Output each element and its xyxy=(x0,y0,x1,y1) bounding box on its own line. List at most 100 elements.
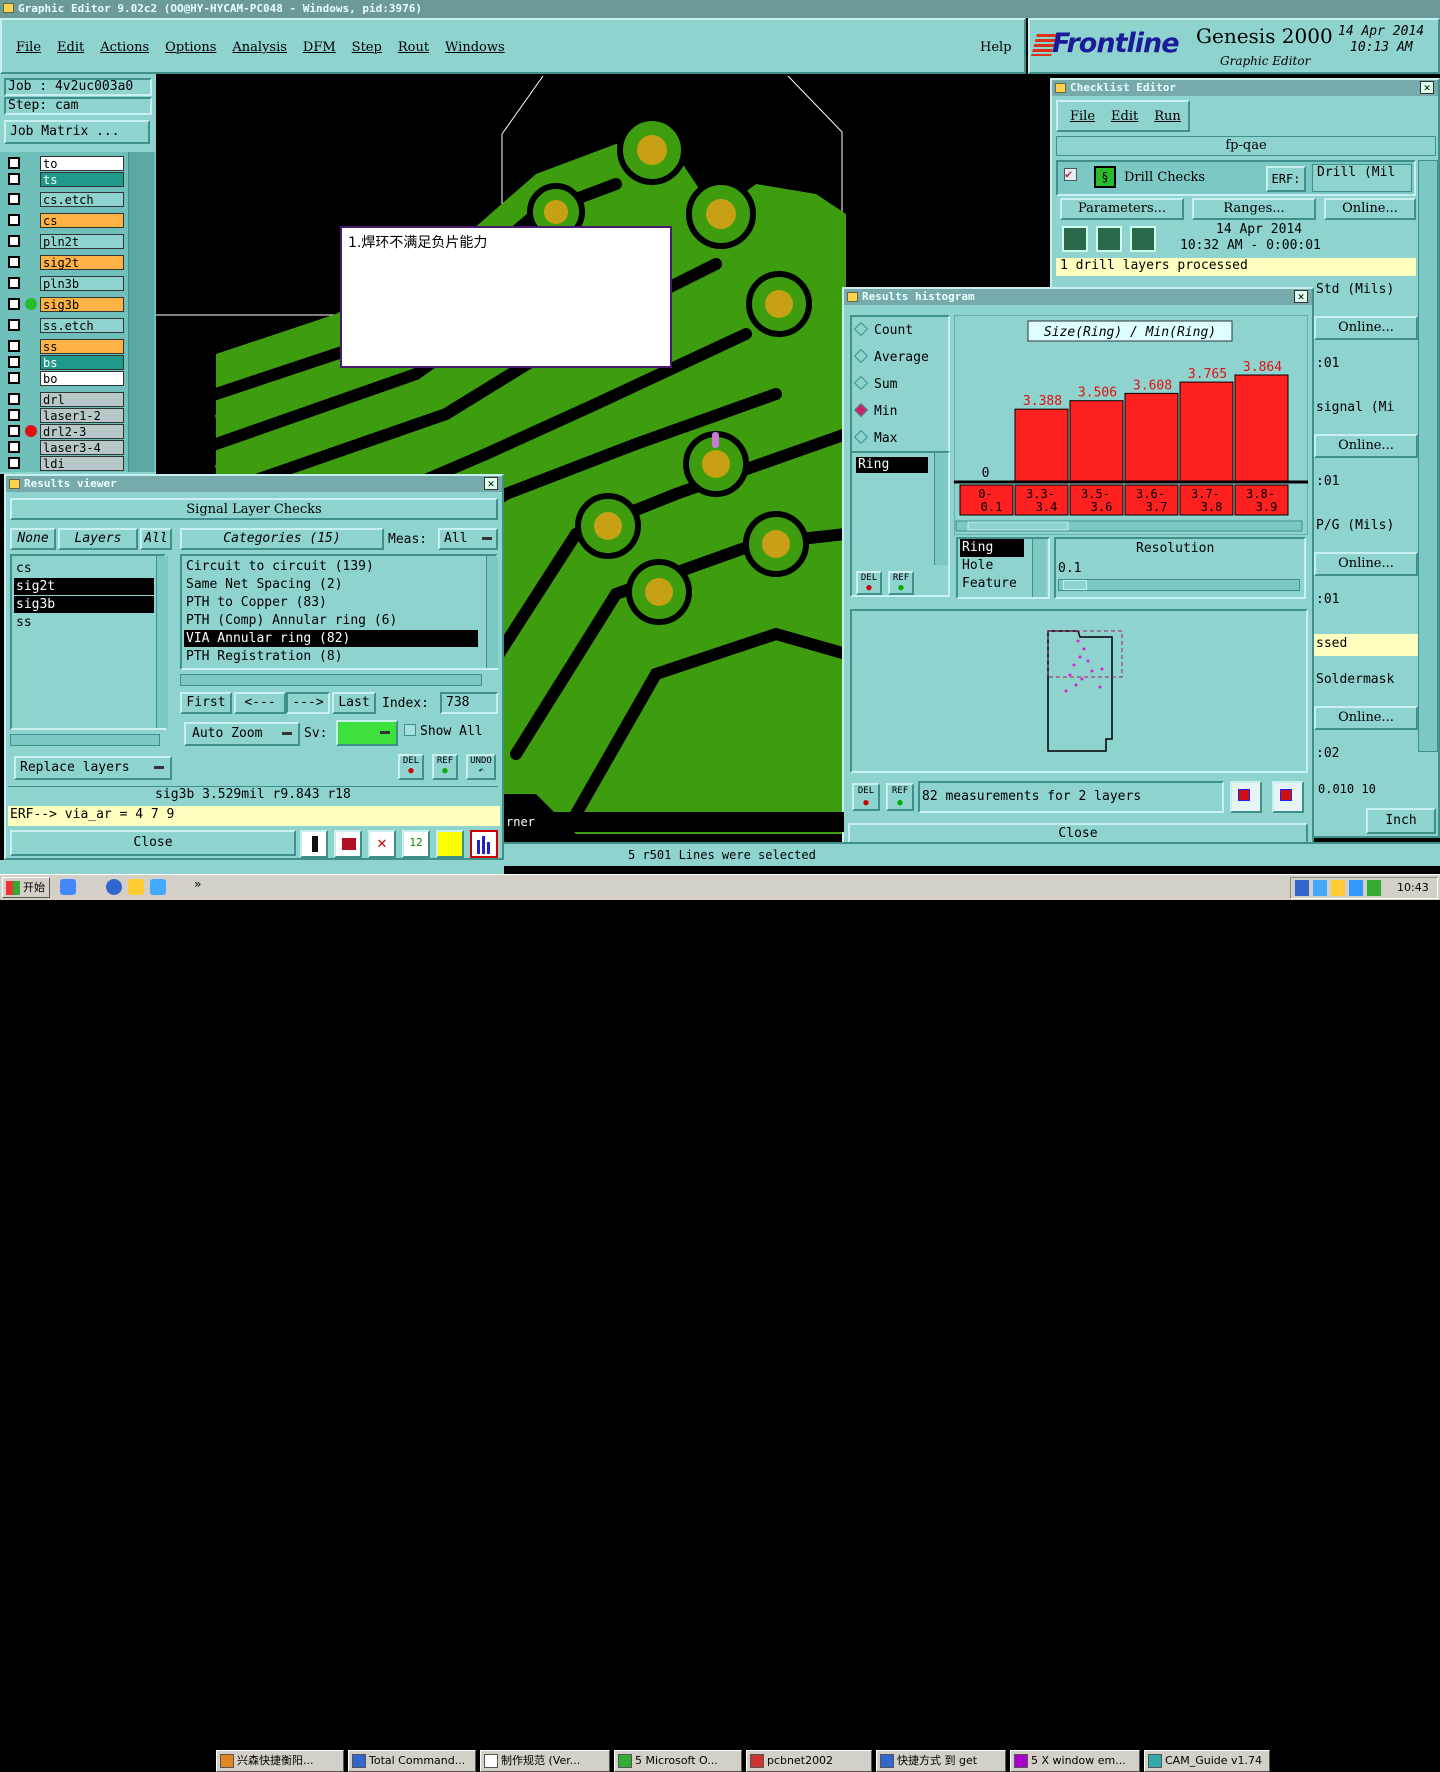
layer-checkbox[interactable] xyxy=(8,356,20,368)
layer-checkbox[interactable] xyxy=(8,319,20,331)
histogram-icon[interactable] xyxy=(470,830,498,858)
taskbar-button[interactable]: Total Command... xyxy=(348,1750,476,1772)
layer-row[interactable]: laser3-4 xyxy=(8,440,124,455)
run-icon[interactable] xyxy=(1062,226,1088,252)
menu-step[interactable]: Step xyxy=(352,40,382,55)
layer-row[interactable]: cs xyxy=(8,213,124,228)
last-button[interactable]: Last xyxy=(332,692,376,714)
layer-checkbox[interactable] xyxy=(8,173,20,185)
start-button[interactable]: 开始 xyxy=(2,877,50,898)
help-menu[interactable]: Help xyxy=(980,40,1012,55)
online-button[interactable]: Online... xyxy=(1314,706,1418,730)
layers-button[interactable]: Layers xyxy=(58,528,138,550)
checklist-scrollbar[interactable] xyxy=(1418,160,1438,752)
layer-row[interactable]: cs.etch xyxy=(8,192,124,207)
replace-layers-select[interactable]: Replace layers xyxy=(14,756,172,780)
mode-average-radio[interactable]: Average xyxy=(853,348,929,368)
menu-rout[interactable]: Rout xyxy=(398,40,429,55)
mode-count-radio[interactable]: Count xyxy=(853,321,913,341)
menu-analysis[interactable]: Analysis xyxy=(232,40,287,55)
layer-checkbox[interactable] xyxy=(8,193,20,205)
histogram-list-item[interactable]: Ring xyxy=(856,457,928,473)
app-icon[interactable] xyxy=(60,879,76,895)
layer-checkbox[interactable] xyxy=(8,425,20,437)
layer-checkbox[interactable] xyxy=(8,256,20,268)
measure-item[interactable]: Hole xyxy=(960,557,1024,575)
menu-edit[interactable]: Edit xyxy=(57,40,84,55)
layer-checkbox[interactable] xyxy=(8,277,20,289)
chevron-right-icon[interactable]: » xyxy=(194,877,201,891)
close-icon[interactable]: ✕ xyxy=(1420,81,1434,94)
resolution-slider[interactable] xyxy=(1058,579,1300,591)
menu-dfm[interactable]: DFM xyxy=(303,40,336,55)
run-all-icon[interactable] xyxy=(1130,226,1156,252)
units-button[interactable]: Inch xyxy=(1366,808,1436,834)
layer-scrollbar[interactable] xyxy=(128,152,154,472)
mode-min-radio[interactable]: Min xyxy=(853,402,897,422)
taskbar-button[interactable]: CAM_Guide v1.74 xyxy=(1144,1750,1270,1772)
viewer-close-button[interactable]: Close xyxy=(10,830,296,856)
online-button[interactable]: Online... xyxy=(1314,434,1418,458)
result-layer-item[interactable]: sig3b xyxy=(14,596,154,613)
mode-sum-radio[interactable]: Sum xyxy=(853,375,897,395)
all-layers-button[interactable]: All xyxy=(140,528,172,550)
layer-row[interactable]: ss xyxy=(8,339,124,354)
layer-row[interactable]: pln3b xyxy=(8,276,124,291)
layer-row[interactable]: pln2t xyxy=(8,234,124,249)
menu-file[interactable]: File xyxy=(16,40,41,55)
menu-actions[interactable]: Actions xyxy=(100,40,149,55)
menu-windows[interactable]: Windows xyxy=(445,40,505,55)
layer-row[interactable]: ss.etch xyxy=(8,318,124,333)
layer-checkbox[interactable] xyxy=(8,441,20,453)
delete-all-icon[interactable]: ✕ xyxy=(368,830,396,858)
zoom-in-icon[interactable] xyxy=(1230,781,1262,813)
layer-checkbox[interactable] xyxy=(8,372,20,384)
measure-item[interactable]: Feature xyxy=(960,575,1024,593)
chart-hscroll-thumb[interactable] xyxy=(967,521,1069,531)
layer-row[interactable]: ts xyxy=(8,172,124,187)
taskbar-button[interactable]: 5 Microsoft O... xyxy=(614,1750,742,1772)
notes-icon[interactable] xyxy=(436,830,464,858)
number-icon[interactable]: 12 xyxy=(402,830,430,858)
taskbar-button[interactable]: 快捷方式 到 get xyxy=(876,1750,1006,1772)
none-button[interactable]: None xyxy=(10,528,56,550)
online-button[interactable]: Online... xyxy=(1314,316,1418,340)
checklist-menu-file[interactable]: File xyxy=(1070,109,1095,124)
layer-row[interactable]: drl xyxy=(8,392,124,407)
meas-select[interactable]: All xyxy=(438,528,498,550)
layer-checkbox[interactable] xyxy=(8,214,20,226)
layer-results-hscroll[interactable] xyxy=(10,734,160,746)
result-layer-item[interactable]: ss xyxy=(14,614,154,631)
layer-row[interactable]: sig3b xyxy=(8,297,124,312)
category-item[interactable]: VIA Annular ring (82) xyxy=(184,630,478,647)
layer-checkbox[interactable] xyxy=(8,235,20,247)
show-all-checkbox[interactable] xyxy=(404,724,416,736)
result-layer-item[interactable]: sig2t xyxy=(14,578,154,595)
prev-button[interactable]: <--- xyxy=(234,692,286,714)
taskbar-button[interactable]: pcbnet2002 xyxy=(746,1750,872,1772)
category-item[interactable]: PTH Registration (8) xyxy=(184,648,478,665)
ref-button[interactable]: REF ● xyxy=(888,571,914,595)
checklist-menu-edit[interactable]: Edit xyxy=(1111,109,1138,124)
layer-row[interactable]: drl2-3 xyxy=(8,424,124,439)
ie-icon[interactable] xyxy=(106,879,122,895)
mode-max-radio[interactable]: Max xyxy=(853,429,897,449)
viewer-ref-button[interactable]: REF ● xyxy=(432,754,458,780)
first-button[interactable]: First xyxy=(180,692,232,714)
taskbar-button[interactable]: 制作规范 (Ver... xyxy=(480,1750,610,1772)
taskbar-button[interactable]: 5 X window em... xyxy=(1010,1750,1140,1772)
job-matrix-button[interactable]: Job Matrix ... xyxy=(4,120,150,144)
erf-button[interactable]: ERF: xyxy=(1266,166,1306,192)
ranges-button[interactable]: Ranges... xyxy=(1192,198,1316,220)
next-button[interactable]: ---> xyxy=(286,692,330,714)
layer-checkbox[interactable] xyxy=(8,340,20,352)
online-button[interactable]: Online... xyxy=(1314,552,1418,576)
layer-row[interactable]: ldi xyxy=(8,456,124,471)
category-item[interactable]: PTH (Comp) Annular ring (6) xyxy=(184,612,478,629)
layer-row[interactable]: bo xyxy=(8,371,124,386)
layer-checkbox[interactable] xyxy=(8,298,20,310)
taskbar-button[interactable]: 兴森快捷衡阳... xyxy=(216,1750,344,1772)
menu-options[interactable]: Options xyxy=(165,40,216,55)
viewer-undo-button[interactable]: UNDO ↶ xyxy=(466,754,496,780)
categories-button[interactable]: Categories (15) xyxy=(180,528,384,550)
